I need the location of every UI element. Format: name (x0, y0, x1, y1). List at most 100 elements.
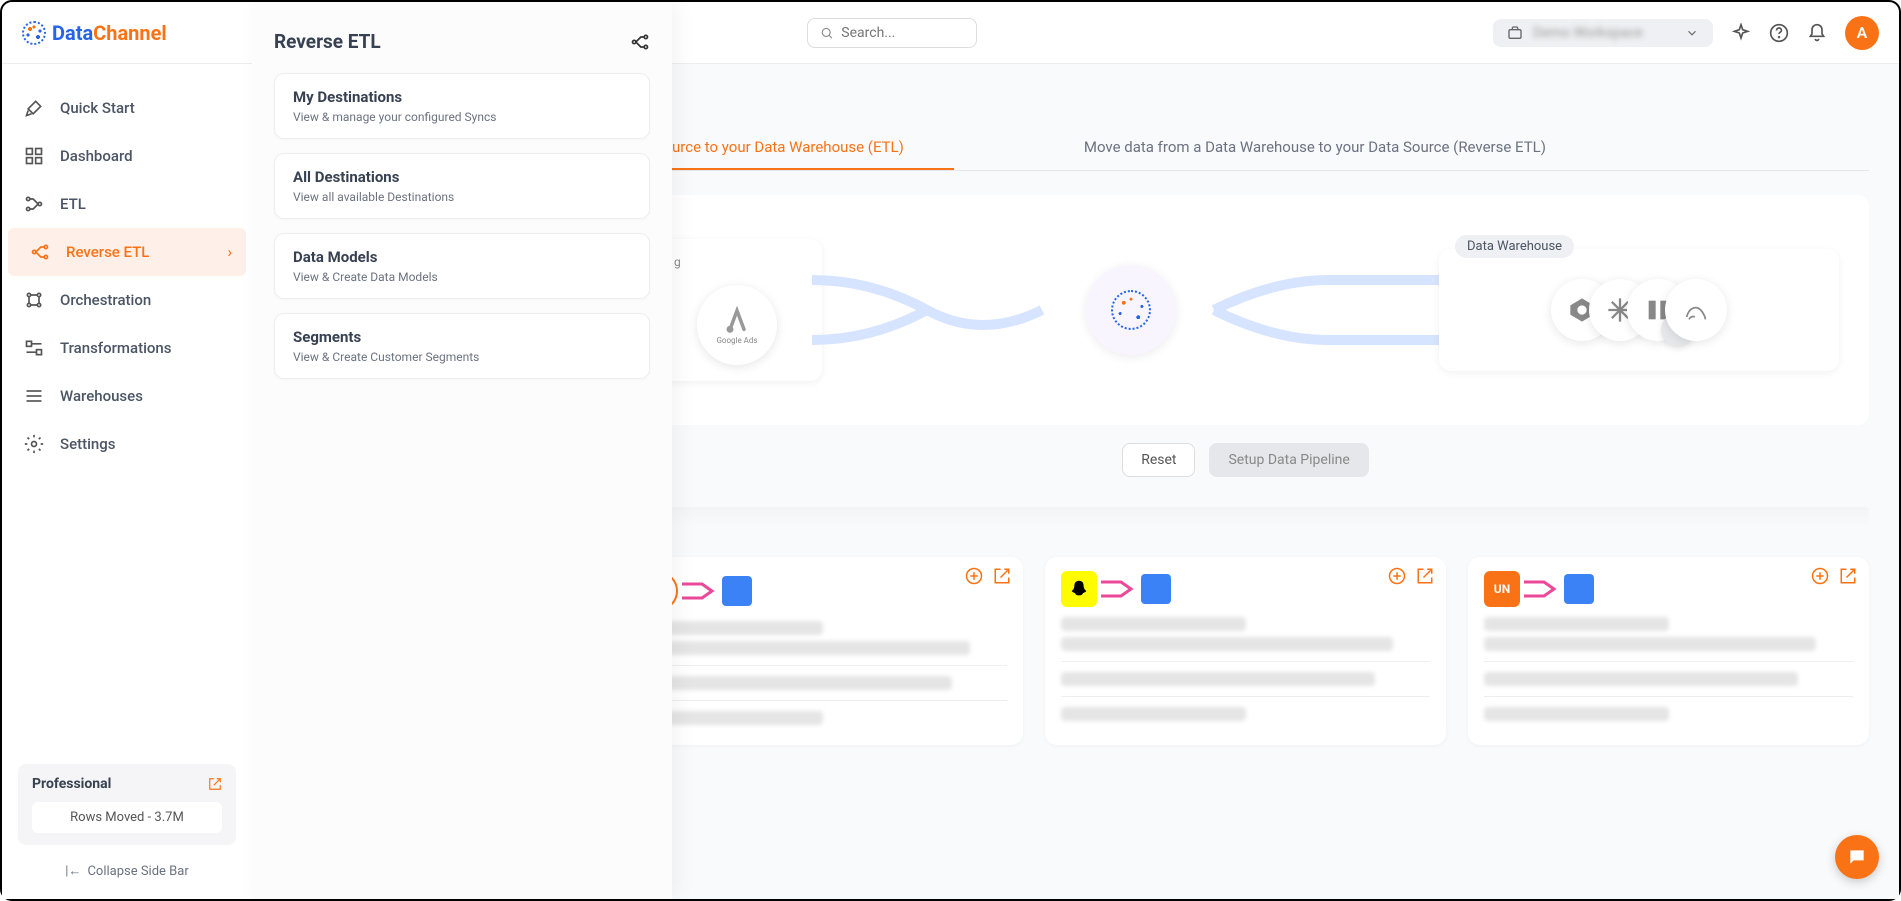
transformations-icon (24, 338, 44, 358)
submenu-card-all-destinations[interactable]: All Destinations View all available Dest… (274, 153, 650, 219)
connection-card[interactable] (622, 557, 1023, 745)
chevron-down-icon (1685, 26, 1699, 40)
sidebar-item-etl[interactable]: ETL (2, 180, 252, 228)
blurred-text (1061, 617, 1246, 631)
sidebar-item-reverse-etl[interactable]: Reverse ETL (8, 228, 246, 276)
snapchat-logo-icon (1061, 571, 1097, 607)
blurred-text (638, 641, 970, 655)
blurred-text (1484, 707, 1669, 721)
blurred-text (638, 676, 952, 690)
flow-connector-left (812, 280, 1042, 340)
dashboard-icon (24, 146, 44, 166)
connection-cards: UN (622, 557, 1869, 745)
sidebar-item-settings[interactable]: Settings (2, 420, 252, 468)
chat-fab-button[interactable] (1835, 835, 1879, 879)
connection-card[interactable]: UN (1468, 557, 1869, 745)
blurred-text (1061, 672, 1375, 686)
sidebar-label: Warehouses (60, 387, 143, 405)
card-title: All Destinations (293, 168, 631, 186)
search-input[interactable] (841, 25, 963, 41)
sparkle-icon[interactable] (1731, 23, 1751, 43)
mysql-icon[interactable] (1665, 279, 1727, 341)
tab-reverse-etl[interactable]: Move data from a Data Warehouse to your … (954, 128, 1596, 170)
rocket-icon (24, 98, 44, 118)
warehouse-card: Data Warehouse + (1439, 249, 1839, 371)
gear-icon (24, 434, 44, 454)
reset-button[interactable]: Reset (1122, 443, 1195, 477)
card-desc: View & Create Data Models (293, 270, 631, 284)
sidebar-item-orchestration[interactable]: Orchestration (2, 276, 252, 324)
briefcase-icon (1507, 25, 1523, 41)
datachannel-node (1086, 265, 1176, 355)
divider-bar (622, 507, 1869, 527)
brand-logo: DataChannel (22, 21, 167, 45)
global-search[interactable] (807, 18, 977, 48)
sidebar: Quick Start Dashboard ETL Reverse ETL Or… (2, 64, 252, 899)
bell-icon[interactable] (1807, 23, 1827, 43)
sidebar-item-quick-start[interactable]: Quick Start (2, 84, 252, 132)
rows-moved-stat: Rows Moved - 3.7M (32, 802, 222, 833)
sidebar-item-warehouses[interactable]: Warehouses (2, 372, 252, 420)
sidebar-label: Orchestration (60, 291, 151, 309)
card-title: Data Models (293, 248, 631, 266)
blurred-text (1484, 637, 1816, 651)
external-link-icon[interactable] (1416, 567, 1434, 585)
submenu-card-data-models[interactable]: Data Models View & Create Data Models (274, 233, 650, 299)
setup-pipeline-button[interactable]: Setup Data Pipeline (1209, 443, 1368, 477)
flow-tabs: urce to your Data Warehouse (ETL) Move d… (622, 128, 1869, 171)
flow-arrow-icon (682, 576, 718, 606)
destination-logo-icon (1564, 574, 1594, 604)
header-right: Demo Workspace A (1493, 16, 1879, 50)
user-avatar[interactable]: A (1845, 16, 1879, 50)
sidebar-footer: Professional Rows Moved - 3.7M |← Collap… (2, 764, 252, 899)
orchestration-icon (24, 290, 44, 310)
pipeline-canvas: g Google Ads Data Warehouse + (622, 195, 1869, 425)
google-ads-icon[interactable]: Google Ads (697, 285, 777, 365)
card-title: My Destinations (293, 88, 631, 106)
plus-circle-icon[interactable] (965, 567, 983, 585)
workspace-dropdown[interactable]: Demo Workspace (1493, 19, 1713, 47)
reverse-etl-submenu: Reverse ETL My Destinations View & manag… (252, 2, 672, 899)
submenu-title: Reverse ETL (274, 30, 381, 53)
card-title: Segments (293, 328, 631, 346)
source-logo-icon: UN (1484, 571, 1520, 607)
card-desc: View & manage your configured Syncs (293, 110, 631, 124)
help-icon[interactable] (1769, 23, 1789, 43)
destination-logo-icon (1141, 574, 1171, 604)
pipeline-buttons: Reset Setup Data Pipeline (622, 443, 1869, 477)
warehouses-icon (24, 386, 44, 406)
plus-circle-icon[interactable] (1388, 567, 1406, 585)
connection-card[interactable] (1045, 557, 1446, 745)
collapse-sidebar-button[interactable]: |← Collapse Side Bar (18, 863, 236, 879)
sidebar-label: Settings (60, 435, 116, 453)
sidebar-item-dashboard[interactable]: Dashboard (2, 132, 252, 180)
logo-icon (1111, 290, 1151, 330)
blurred-text (1061, 637, 1393, 651)
blurred-text (1484, 617, 1669, 631)
source-label: g (674, 255, 800, 285)
flow-connector-right (1214, 280, 1444, 340)
search-icon (820, 25, 834, 41)
sidebar-item-transformations[interactable]: Transformations (2, 324, 252, 372)
workspace-name: Demo Workspace (1533, 25, 1675, 41)
external-link-icon[interactable] (993, 567, 1011, 585)
etl-icon (24, 194, 44, 214)
sidebar-label: Reverse ETL (66, 243, 149, 261)
collapse-icon: |← (65, 863, 81, 879)
sidebar-label: Quick Start (60, 99, 135, 117)
external-link-icon[interactable] (1839, 567, 1857, 585)
logo-icon (22, 21, 46, 45)
get-started-heading: ted! (622, 88, 1869, 112)
submenu-card-my-destinations[interactable]: My Destinations View & manage your confi… (274, 73, 650, 139)
reverse-etl-icon (630, 32, 650, 52)
reverse-etl-icon (30, 242, 50, 262)
flow-arrow-icon (1524, 574, 1560, 604)
plus-circle-icon[interactable] (1811, 567, 1829, 585)
submenu-card-segments[interactable]: Segments View & Create Customer Segments (274, 313, 650, 379)
warehouse-label: Data Warehouse (1455, 235, 1574, 258)
external-link-icon[interactable] (208, 777, 222, 791)
sidebar-label: Transformations (60, 339, 171, 357)
submenu-header: Reverse ETL (274, 30, 650, 53)
card-desc: View all available Destinations (293, 190, 631, 204)
flow-arrow-icon (1101, 574, 1137, 604)
